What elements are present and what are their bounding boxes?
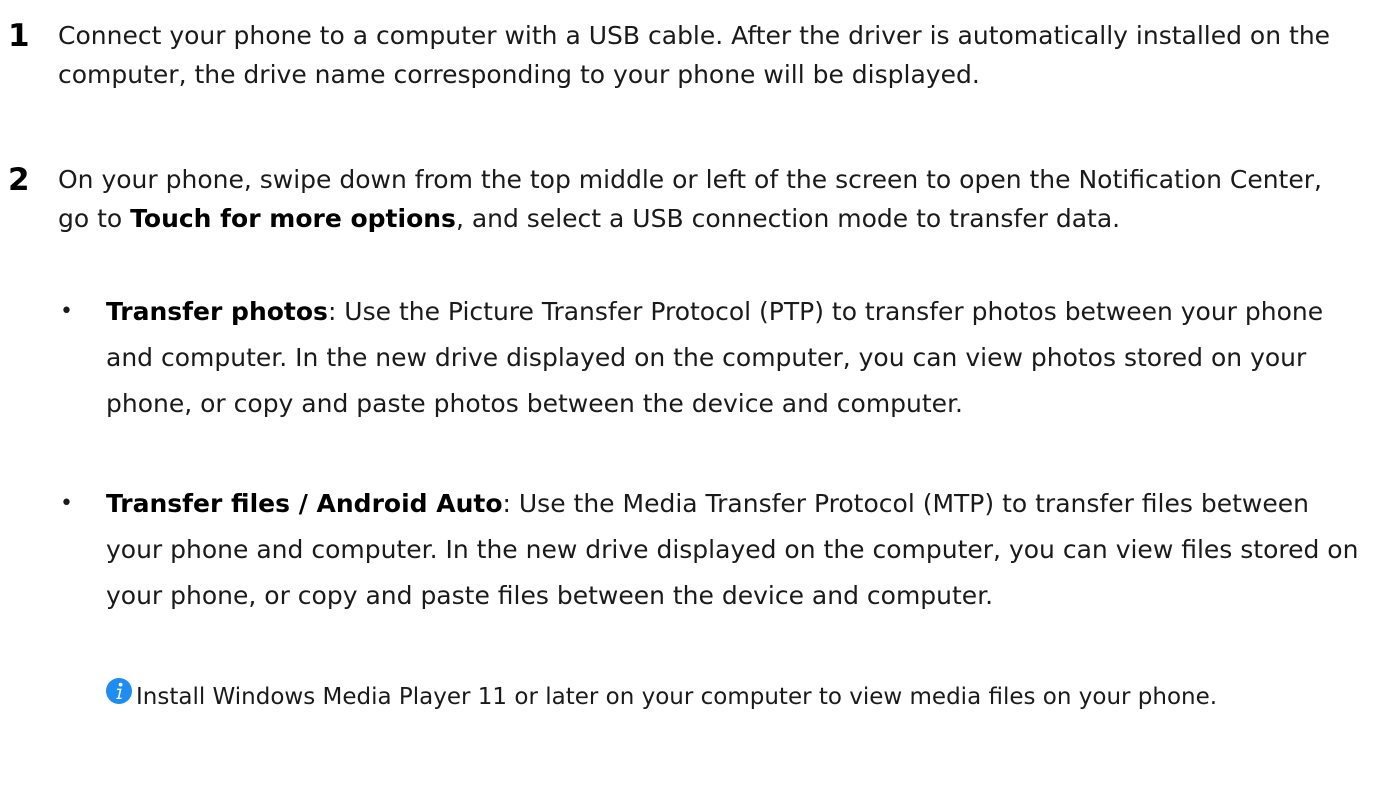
bullet-marker: • <box>60 491 73 516</box>
step-text: Connect your phone to a computer with a … <box>58 21 1331 89</box>
bullet-marker: • <box>60 299 73 324</box>
step-text-part: , and select a USB connection mode to tr… <box>455 204 1121 233</box>
step-number: 2 <box>8 162 30 198</box>
bullet-title: Transfer files / Android Auto <box>106 489 503 518</box>
bullet-text: Transfer photos: Use the Picture Transfe… <box>106 289 1366 427</box>
bullet-title: Transfer photos <box>106 297 328 326</box>
menu-option-name: Touch for more options <box>130 204 456 233</box>
note-text: Install Windows Media Player 11 or later… <box>136 684 1218 710</box>
document-page: 1 Connect your phone to a computer with … <box>0 0 1381 789</box>
bullet-text: Transfer files / Android Auto: Use the M… <box>106 481 1366 619</box>
step-text: On your phone, swipe down from the top m… <box>58 160 1348 238</box>
step-number: 1 <box>8 18 30 54</box>
